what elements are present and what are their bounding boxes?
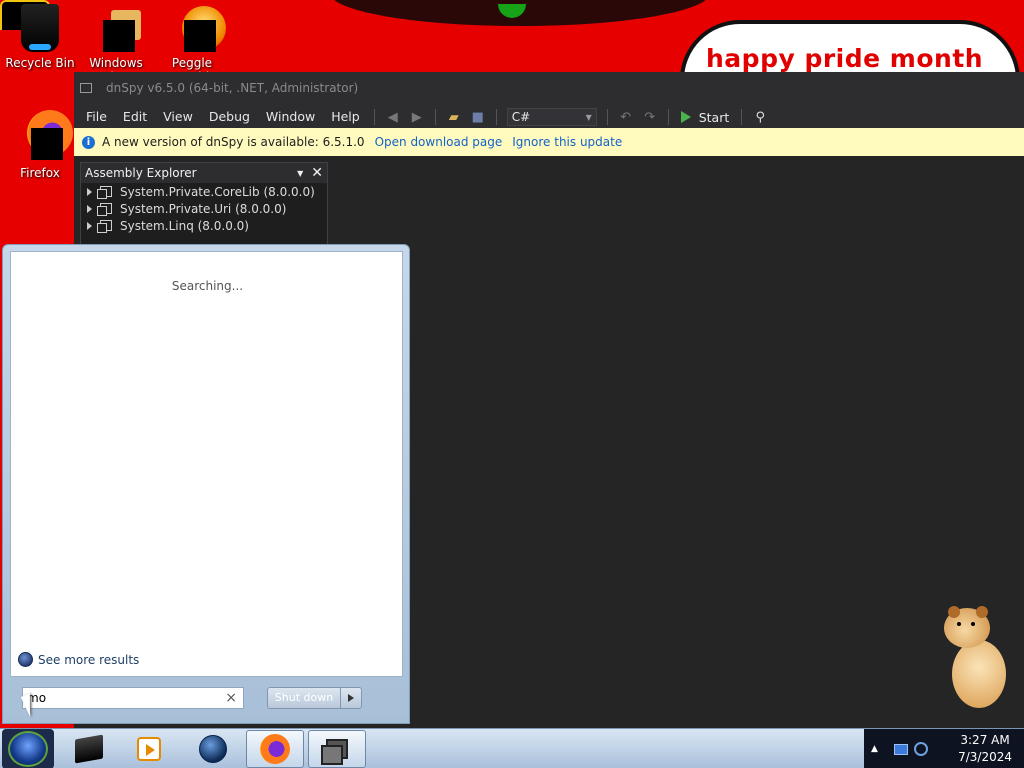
taskbar-app-media-player[interactable] [120, 730, 178, 768]
tree-item-label: System.Private.Uri (8.0.0.0) [120, 201, 287, 216]
see-more-results-link[interactable]: See more results [18, 652, 139, 667]
menu-debug[interactable]: Debug [201, 105, 258, 129]
globe-icon [18, 652, 33, 667]
info-icon: i [82, 135, 95, 149]
desktop-icon-label: Firefox [20, 166, 60, 180]
chevron-down-icon: ▼ [585, 112, 592, 122]
assembly-explorer-header: Assembly Explorer ▼ ✕ [81, 163, 327, 183]
banner-text: happy pride month [706, 44, 984, 73]
shutdown-options-icon[interactable] [341, 688, 361, 708]
toolbar-separator [741, 109, 743, 125]
tree-item-label: System.Private.CoreLib (8.0.0.0) [120, 184, 315, 199]
start-debug-button[interactable]: Start [680, 109, 730, 125]
navigate-back-icon[interactable]: ◀ [383, 107, 403, 127]
windows-orb-icon [8, 731, 48, 767]
taskbar: ▲ 3:27 AM 7/3/2024 [0, 728, 1024, 768]
dnspy-icon [321, 739, 348, 765]
ignore-update-link[interactable]: Ignore this update [512, 135, 622, 149]
language-select[interactable]: C# ▼ [506, 108, 597, 126]
shutdown-button[interactable]: Shut down [267, 687, 362, 709]
search-status: Searching... [171, 279, 244, 293]
window-system-icon[interactable] [80, 83, 92, 93]
media-player-icon [137, 737, 161, 761]
close-icon[interactable]: ✕ [311, 165, 323, 181]
clock-date: 7/3/2024 [958, 750, 1012, 764]
hamster-sticker [944, 606, 1006, 710]
taskbar-app-globe[interactable] [184, 730, 242, 768]
toolbar-separator [434, 109, 436, 125]
clock-time: 3:27 AM [960, 733, 1010, 747]
assembly-icon [97, 186, 112, 199]
tree-item[interactable]: System.Private.Uri (8.0.0.0) [81, 200, 327, 217]
firefox-icon [260, 734, 290, 764]
undo-icon[interactable]: ↶ [616, 107, 636, 127]
assembly-icon [97, 220, 112, 233]
search-results-pane: Searching... See more results [10, 251, 403, 677]
firefox-icon [17, 110, 73, 162]
clear-search-icon[interactable]: × [225, 690, 237, 706]
volume-icon[interactable] [913, 742, 928, 756]
language-value: C# [511, 110, 531, 124]
assembly-explorer-panel: Assembly Explorer ▼ ✕ System.Private.Cor… [80, 162, 328, 252]
desktop-icon-firefox[interactable]: Firefox [2, 110, 78, 180]
see-more-label: See more results [38, 652, 140, 667]
show-hidden-icons-icon[interactable]: ▲ [871, 744, 878, 754]
tree-item[interactable]: System.Linq (8.0.0.0) [81, 217, 327, 234]
menu-edit[interactable]: Edit [115, 105, 155, 129]
toolbar-separator [495, 109, 497, 125]
tree-item-label: System.Linq (8.0.0.0) [120, 218, 249, 233]
toolbar-separator [606, 109, 608, 125]
desktop-icon-label: Recycle Bin [5, 56, 75, 70]
navigate-forward-icon[interactable]: ▶ [407, 107, 427, 127]
menu-help[interactable]: Help [323, 105, 368, 129]
expand-arrow-icon[interactable] [87, 221, 92, 230]
taskbar-app-firefox[interactable] [246, 730, 304, 768]
clock[interactable]: 3:27 AM 7/3/2024 [958, 732, 1012, 766]
start-search-input[interactable]: mo × [22, 687, 244, 709]
expand-arrow-icon[interactable] [87, 187, 92, 196]
taskbar-app-nas[interactable] [60, 730, 118, 768]
expand-arrow-icon[interactable] [87, 204, 92, 213]
windows-live-icon [89, 4, 143, 52]
menu-bar: File Edit View Debug Window Help ◀ ▶ ▰ ■… [74, 104, 1024, 130]
system-tray: ▲ 3:27 AM 7/3/2024 [864, 729, 1024, 768]
search-icon[interactable]: ⚲ [750, 107, 770, 127]
peggle-world-icon [168, 4, 226, 52]
start-label: Start [698, 109, 730, 125]
taskbar-app-dnspy[interactable] [308, 730, 366, 768]
toolbar-separator [667, 109, 669, 125]
assembly-icon [97, 203, 112, 216]
globe-icon [199, 735, 227, 763]
nas-drive-icon [75, 734, 103, 764]
save-icon[interactable]: ■ [468, 107, 488, 127]
open-folder-icon[interactable]: ▰ [444, 107, 464, 127]
window-title-bar[interactable]: dnSpy v6.5.0 (64-bit, .NET, Administrato… [74, 72, 1024, 104]
toolbar-separator [373, 109, 375, 125]
open-download-page-link[interactable]: Open download page [375, 135, 503, 149]
menu-file[interactable]: File [78, 105, 115, 129]
wallpaper-decoration [330, 0, 710, 26]
tree-item[interactable]: System.Private.CoreLib (8.0.0.0) [81, 183, 327, 200]
play-icon [680, 111, 691, 123]
menu-window[interactable]: Window [258, 105, 323, 129]
start-menu: Searching... See more results mo × Shut … [2, 244, 410, 724]
recycle-bin-icon [21, 4, 59, 52]
shutdown-label[interactable]: Shut down [268, 688, 341, 708]
network-icon[interactable] [893, 743, 908, 755]
update-message: A new version of dnSpy is available: 6.5… [102, 135, 365, 149]
window-title: dnSpy v6.5.0 (64-bit, .NET, Administrato… [106, 81, 359, 95]
desktop-icon-recycle-bin[interactable]: Recycle Bin [2, 4, 78, 70]
redo-icon[interactable]: ↷ [640, 107, 660, 127]
start-button[interactable] [2, 729, 54, 768]
update-notification-bar: i A new version of dnSpy is available: 6… [74, 128, 1024, 156]
menu-view[interactable]: View [155, 105, 201, 129]
panel-menu-icon[interactable]: ▼ [297, 169, 303, 178]
assembly-explorer-title: Assembly Explorer [85, 166, 197, 180]
